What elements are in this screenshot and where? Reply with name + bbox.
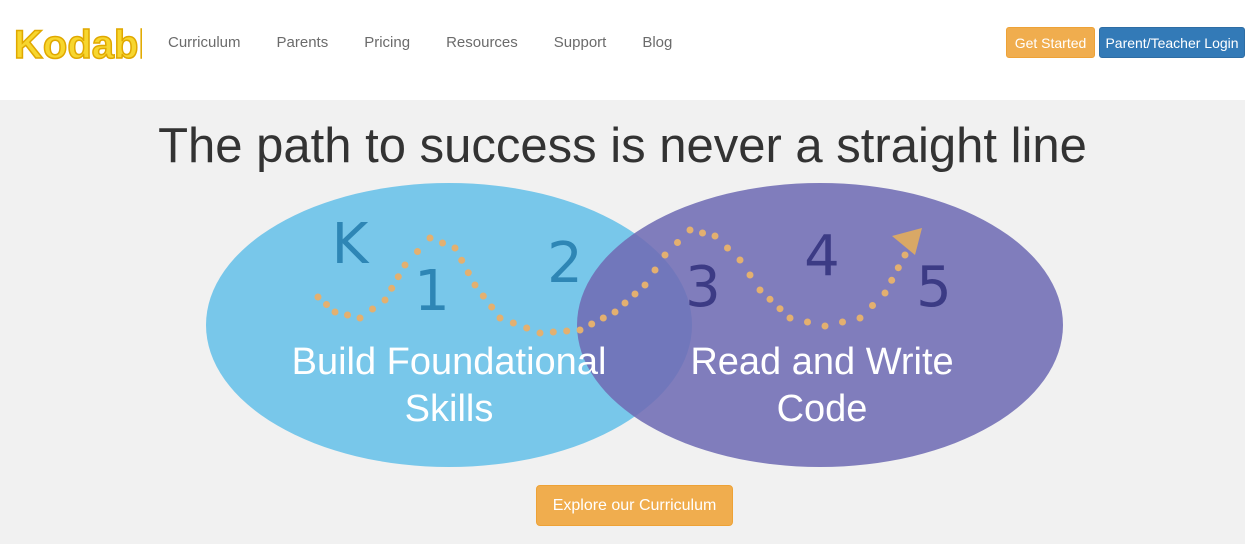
right-label-line1: Read and Write bbox=[690, 341, 953, 383]
path-dot bbox=[724, 244, 731, 252]
path-dot bbox=[401, 261, 409, 269]
path-dot bbox=[641, 281, 649, 289]
path-dot bbox=[549, 328, 557, 336]
path-dot bbox=[821, 322, 829, 330]
path-dot bbox=[356, 314, 364, 322]
right-label-line2: Code bbox=[777, 388, 868, 430]
path-dot bbox=[426, 234, 434, 242]
path-dot bbox=[439, 239, 446, 247]
grade-4-label: 4 bbox=[804, 224, 840, 289]
path-dot bbox=[661, 251, 669, 259]
grade-k-label: K bbox=[332, 212, 370, 277]
path-dot bbox=[839, 318, 846, 326]
left-label-line1: Build Foundational bbox=[292, 341, 607, 383]
left-label-line2: Skills bbox=[405, 388, 494, 430]
path-dot bbox=[458, 256, 466, 264]
path-dot bbox=[881, 289, 889, 297]
path-dot bbox=[611, 308, 619, 316]
path-dot bbox=[651, 266, 659, 274]
path-dot bbox=[331, 308, 339, 316]
path-dot bbox=[888, 276, 896, 284]
path-dot bbox=[804, 318, 811, 326]
path-dot bbox=[394, 273, 402, 281]
path-dot bbox=[776, 305, 784, 313]
venn-diagram: K 1 2 3 4 5 Build Foundational Skills Re… bbox=[206, 183, 1063, 467]
explore-curriculum-button[interactable]: Explore our Curriculum bbox=[536, 485, 733, 526]
path-dot bbox=[344, 311, 351, 319]
grade-2-label: 2 bbox=[547, 231, 583, 296]
path-dot bbox=[576, 326, 584, 334]
path-dot bbox=[479, 292, 487, 300]
path-dot bbox=[496, 314, 504, 322]
path-dot bbox=[369, 305, 376, 313]
path-dot bbox=[563, 327, 571, 335]
path-dot bbox=[599, 314, 607, 322]
path-dot bbox=[381, 296, 389, 304]
path-dot bbox=[471, 281, 479, 289]
path-dot bbox=[746, 271, 754, 279]
path-dot bbox=[686, 226, 694, 234]
path-dot bbox=[786, 314, 794, 322]
path-dot bbox=[699, 229, 706, 237]
path-dot bbox=[536, 329, 544, 337]
path-dot bbox=[901, 251, 909, 259]
grade-1-label: 1 bbox=[414, 259, 450, 324]
grade-3-label: 3 bbox=[685, 255, 721, 320]
path-dot bbox=[621, 299, 629, 307]
path-dot bbox=[314, 293, 322, 301]
path-dot bbox=[388, 284, 396, 292]
path-dot bbox=[894, 264, 902, 272]
path-dot bbox=[414, 248, 421, 255]
path-dot bbox=[464, 269, 472, 277]
path-dot bbox=[523, 324, 531, 332]
path-dot bbox=[756, 286, 764, 294]
path-dot bbox=[323, 301, 330, 308]
path-dot bbox=[488, 303, 496, 311]
grade-5-label: 5 bbox=[916, 255, 952, 320]
path-dot bbox=[711, 232, 719, 240]
path-dot bbox=[869, 302, 876, 309]
path-dot bbox=[856, 314, 864, 322]
path-dot bbox=[588, 320, 596, 328]
path-dot bbox=[631, 290, 639, 298]
path-dot bbox=[509, 319, 517, 327]
path-dot bbox=[766, 295, 774, 303]
path-dot bbox=[736, 256, 744, 264]
path-dot bbox=[674, 239, 681, 246]
path-dot bbox=[451, 244, 459, 252]
